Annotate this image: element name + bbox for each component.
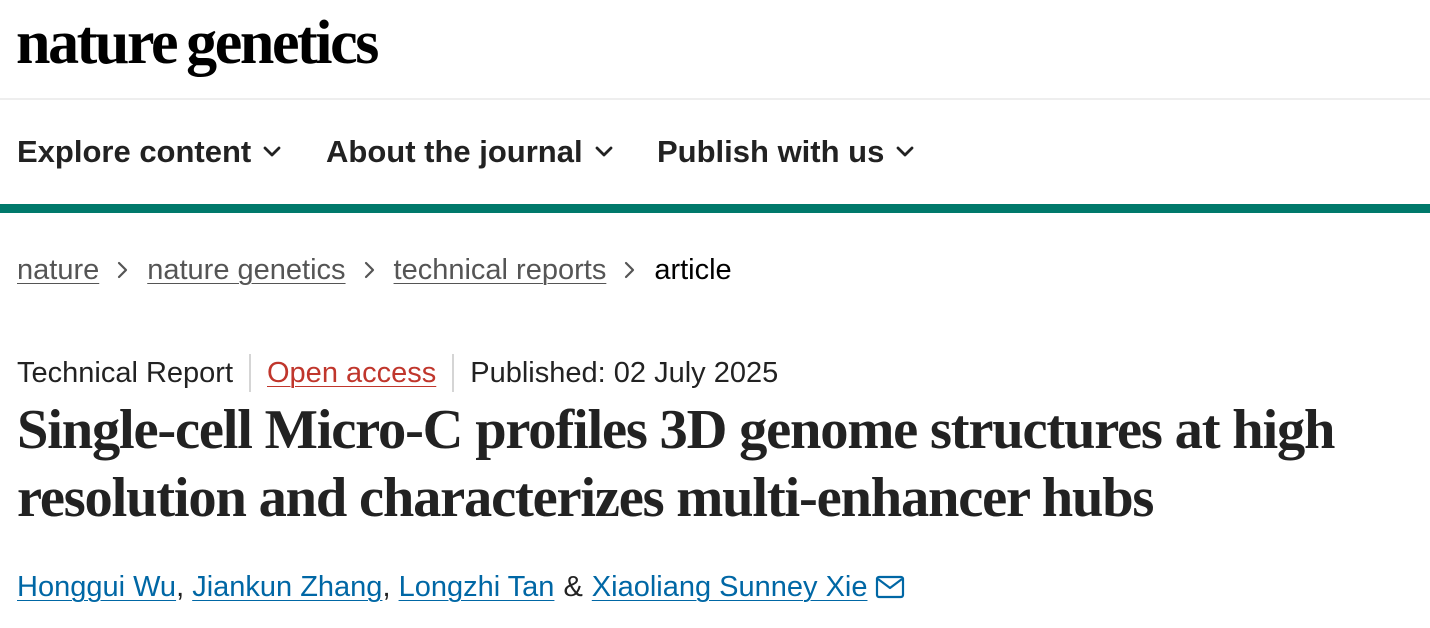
article-type: Technical Report [17,356,233,389]
chevron-right-icon [117,261,129,279]
meta-divider [249,354,251,392]
article-meta: Technical Report Open access Published: … [17,354,778,392]
author-link[interactable]: Xiaoliang Sunney Xie [592,571,868,604]
breadcrumb-current: article [654,253,732,286]
mail-icon[interactable] [875,575,905,599]
author-link[interactable]: Honggui Wu [17,571,176,604]
breadcrumb-link-nature[interactable]: nature [17,254,99,287]
open-access-link[interactable]: Open access [267,357,436,390]
nav-item-label: About the journal [326,134,583,169]
meta-divider [452,354,455,392]
author-link[interactable]: Jiankun Zhang [192,571,382,604]
logo-word-genetics: genetics [186,9,379,77]
nav-explore-content[interactable]: Explore content [17,132,281,172]
author-separator: , [176,570,185,603]
accent-divider [0,204,1430,213]
chevron-down-icon [896,146,914,157]
chevron-right-icon [364,261,376,279]
site-header: nature genetics [0,0,1430,100]
breadcrumb-link-nature-genetics[interactable]: nature genetics [147,254,345,287]
author-list: Honggui Wu , Jiankun Zhang , Longzhi Tan… [17,568,905,606]
nav-item-label: Publish with us [657,134,885,169]
nav-about-the-journal[interactable]: About the journal [326,132,613,172]
author-separator: , [382,570,391,603]
journal-logo[interactable]: nature genetics [16,8,379,78]
chevron-down-icon [263,146,281,157]
nav-publish-with-us[interactable]: Publish with us [657,132,914,172]
breadcrumb: nature nature genetics technical reports… [17,252,732,288]
author-link[interactable]: Longzhi Tan [399,571,555,604]
main-navigation: Explore content About the journal Publis… [0,102,1430,204]
author-conjunction: & [563,570,583,603]
nav-item-label: Explore content [17,134,252,169]
chevron-right-icon [624,261,636,279]
chevron-down-icon [595,146,612,157]
article-title: Single-cell Micro-C profiles 3D genome s… [17,399,1335,529]
logo-word-nature: nature [16,9,179,77]
published-date: Published: 02 July 2025 [470,356,779,389]
breadcrumb-link-technical-reports[interactable]: technical reports [394,254,607,287]
